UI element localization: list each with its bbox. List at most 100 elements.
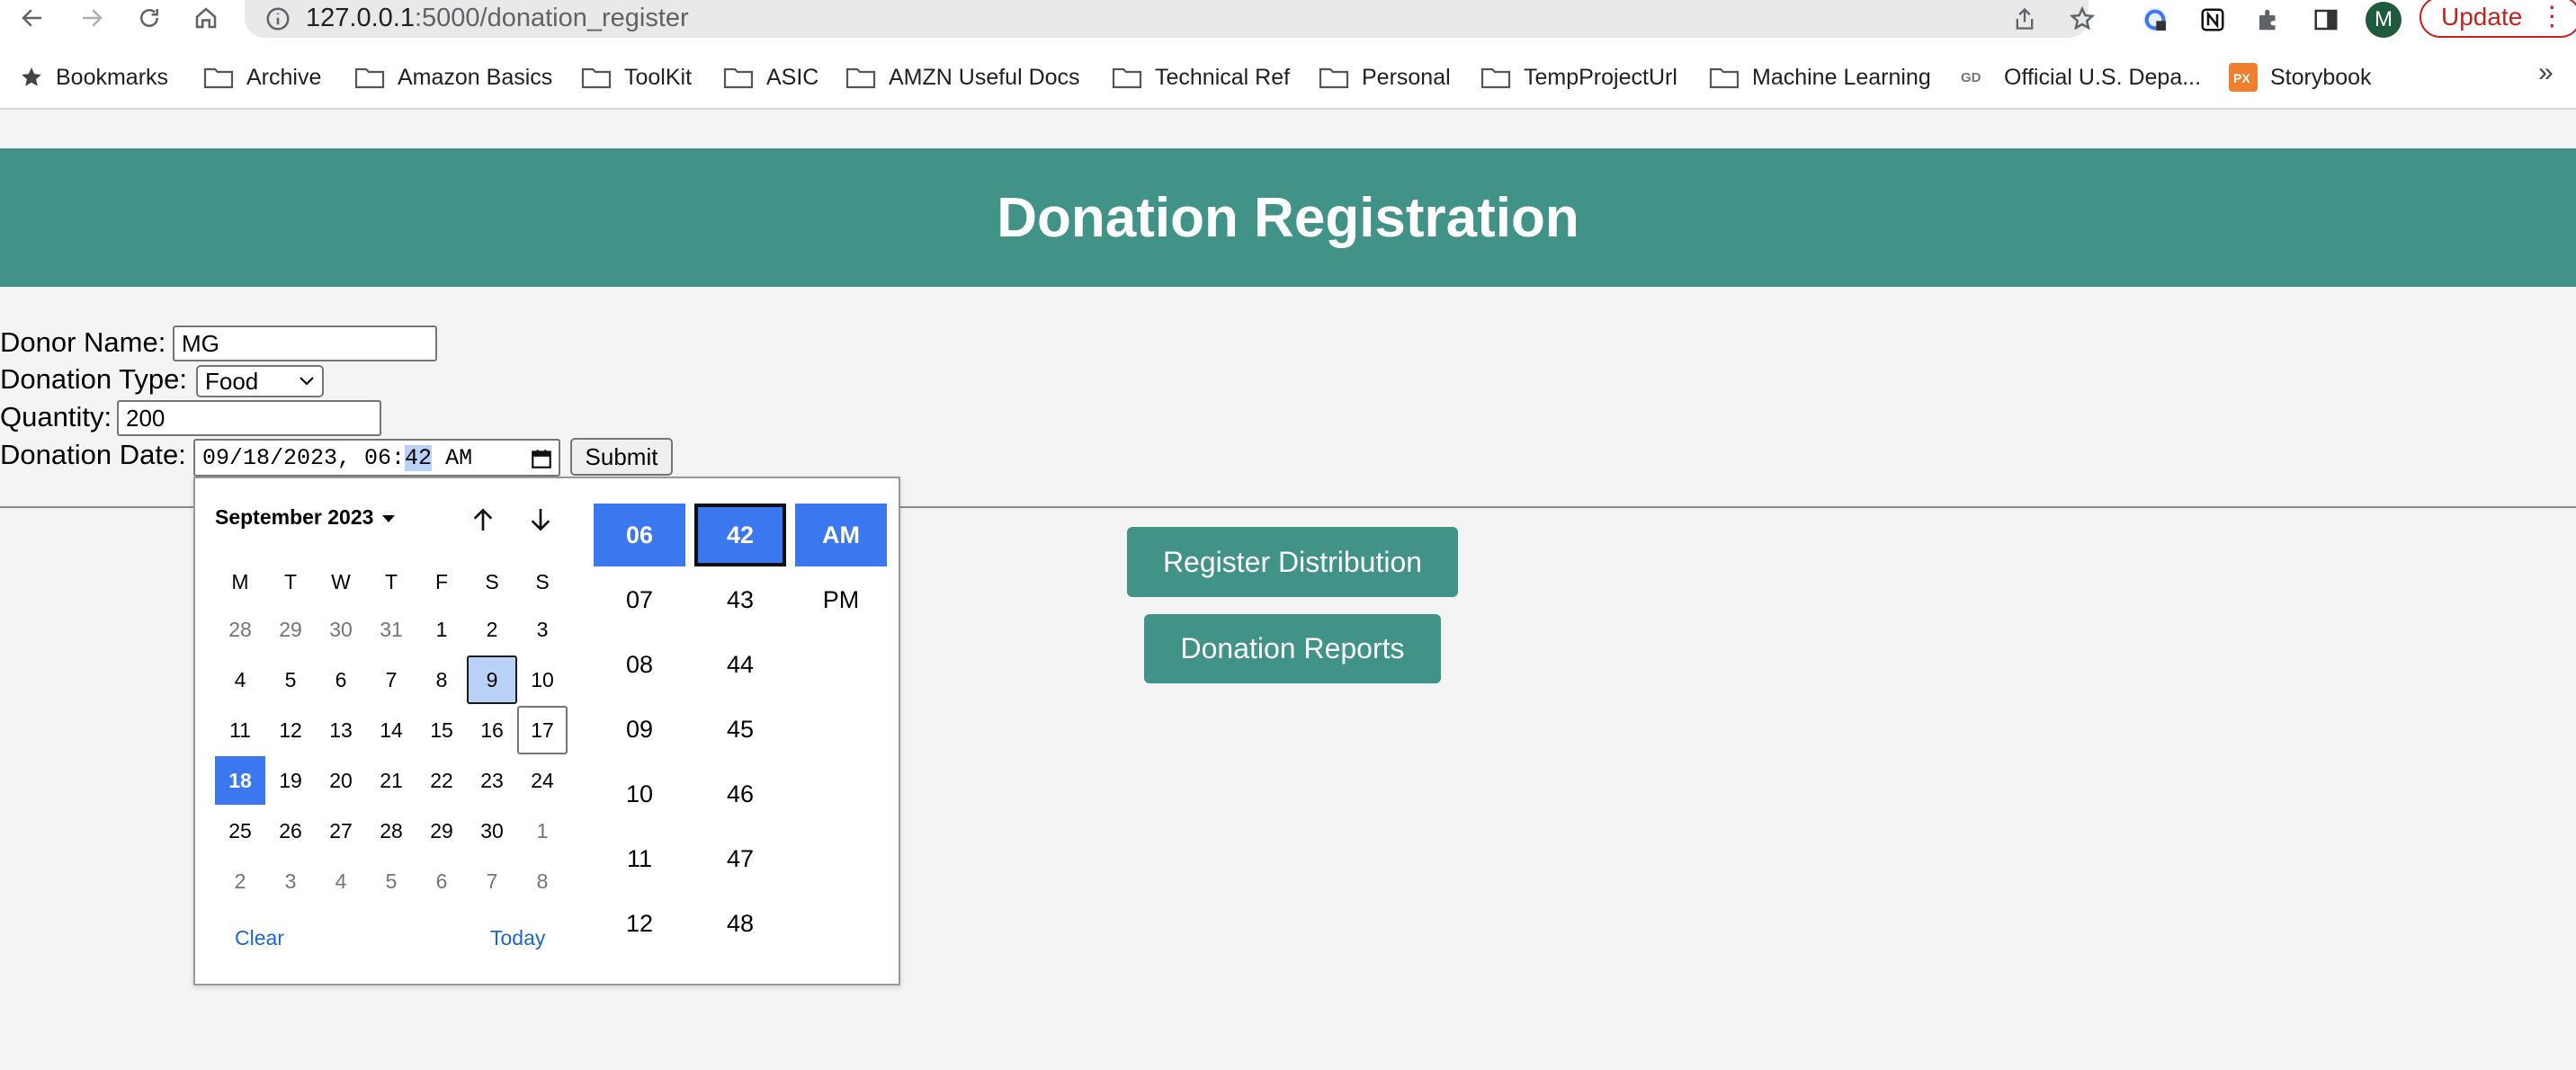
- bookmark-amazon-basics[interactable]: Amazon Basics: [354, 59, 552, 95]
- period-option[interactable]: AM: [795, 504, 887, 566]
- calendar-day[interactable]: 6: [316, 655, 366, 704]
- donation-reports-button[interactable]: Donation Reports: [1144, 614, 1441, 683]
- back-button[interactable]: [16, 2, 49, 34]
- bookmark-technical-ref[interactable]: Technical Ref: [1112, 59, 1290, 95]
- today-button[interactable]: Today: [490, 926, 545, 950]
- calendar-day[interactable]: 29: [416, 807, 467, 855]
- calendar-day[interactable]: 15: [416, 706, 467, 754]
- date-minute-segment[interactable]: 42: [405, 444, 433, 471]
- previous-month-button[interactable]: [463, 500, 503, 539]
- bookmark-asic[interactable]: ASIC: [723, 59, 818, 95]
- calendar-day[interactable]: 20: [316, 756, 366, 805]
- donor-name-input[interactable]: MG: [173, 325, 437, 361]
- calendar-day[interactable]: 7: [467, 857, 517, 905]
- calendar-day[interactable]: 11: [215, 706, 265, 754]
- minute-option[interactable]: 42: [694, 504, 786, 566]
- calendar-day[interactable]: 18: [215, 756, 265, 805]
- donation-type-select[interactable]: Food: [196, 365, 324, 397]
- star-bookmark-icon[interactable]: [2067, 4, 2097, 34]
- quantity-input[interactable]: 200: [117, 400, 381, 436]
- calendar-day[interactable]: 4: [316, 857, 366, 905]
- calendar-day[interactable]: 30: [316, 605, 366, 654]
- calendar-day[interactable]: 24: [517, 756, 568, 805]
- bookmark-bookmarks[interactable]: Bookmarks: [20, 59, 168, 95]
- calendar-day[interactable]: 10: [517, 655, 568, 704]
- calendar-day[interactable]: 26: [265, 807, 316, 855]
- reload-button[interactable]: [133, 2, 165, 34]
- share-icon[interactable]: [2009, 4, 2040, 34]
- donation-date-input[interactable]: 09/18/2023, 06: 42 AM: [193, 439, 560, 477]
- hour-option[interactable]: 08: [594, 633, 685, 696]
- bookmark-storybook[interactable]: PX Storybook: [2229, 59, 2372, 95]
- calendar-day[interactable]: 22: [416, 756, 467, 805]
- hour-option[interactable]: 06: [594, 504, 685, 566]
- calendar-day[interactable]: 28: [215, 605, 265, 654]
- hour-option[interactable]: 10: [594, 762, 685, 825]
- calendar-day[interactable]: 17: [517, 706, 568, 754]
- minute-option[interactable]: 48: [694, 892, 786, 955]
- calendar-day[interactable]: 29: [265, 605, 316, 654]
- next-month-button[interactable]: [521, 500, 560, 539]
- address-bar[interactable]: 127.0.0.1:5000/donation_register: [245, 0, 2096, 38]
- calendar-day[interactable]: 2: [215, 857, 265, 905]
- calendar-day[interactable]: 14: [366, 706, 416, 754]
- password-manager-icon[interactable]: [2139, 4, 2171, 36]
- calendar-day[interactable]: 8: [517, 857, 568, 905]
- calendar-day[interactable]: 9: [467, 655, 517, 704]
- calendar-icon[interactable]: [530, 447, 553, 477]
- month-year-selector[interactable]: September 2023: [215, 505, 396, 530]
- forward-button[interactable]: [76, 2, 108, 34]
- site-info-icon[interactable]: [264, 5, 291, 37]
- calendar-day[interactable]: 1: [517, 807, 568, 855]
- hour-option[interactable]: 11: [594, 827, 685, 890]
- calendar-day[interactable]: 23: [467, 756, 517, 805]
- bookmark-archive[interactable]: Archive: [203, 59, 321, 95]
- calendar-day[interactable]: 30: [467, 807, 517, 855]
- date-period-segment[interactable]: AM: [432, 445, 472, 471]
- calendar-day[interactable]: 4: [215, 655, 265, 704]
- profile-avatar[interactable]: M: [2366, 2, 2402, 38]
- calendar-day[interactable]: 7: [366, 655, 416, 704]
- bookmark-tempprojecturl[interactable]: TempProjectUrl: [1480, 59, 1677, 95]
- extensions-puzzle-icon[interactable]: [2252, 4, 2285, 36]
- calendar-day[interactable]: 25: [215, 807, 265, 855]
- calendar-day[interactable]: 3: [517, 605, 568, 654]
- submit-button[interactable]: Submit: [570, 438, 673, 476]
- calendar-day[interactable]: 3: [265, 857, 316, 905]
- hour-option[interactable]: 09: [594, 698, 685, 761]
- calendar-day[interactable]: 8: [416, 655, 467, 704]
- minute-option[interactable]: 46: [694, 762, 786, 825]
- hour-option[interactable]: 07: [594, 568, 685, 631]
- update-button[interactable]: Update ⋮: [2419, 0, 2576, 38]
- url-text[interactable]: 127.0.0.1:5000/donation_register: [306, 4, 689, 33]
- hour-option[interactable]: 12: [594, 892, 685, 955]
- bookmark-personal[interactable]: Personal: [1319, 59, 1451, 95]
- notion-icon[interactable]: [2196, 4, 2229, 36]
- calendar-day[interactable]: 6: [416, 857, 467, 905]
- side-panel-icon[interactable]: [2310, 4, 2342, 36]
- bookmarks-overflow-button[interactable]: »: [2538, 58, 2554, 88]
- bookmark-toolkit[interactable]: ToolKit: [581, 59, 692, 95]
- bookmark-amzn-useful-docs[interactable]: AMZN Useful Docs: [845, 59, 1080, 95]
- calendar-day[interactable]: 1: [416, 605, 467, 654]
- minute-option[interactable]: 45: [694, 698, 786, 761]
- calendar-day[interactable]: 19: [265, 756, 316, 805]
- home-button[interactable]: [190, 2, 222, 34]
- period-option[interactable]: PM: [795, 568, 887, 631]
- clear-button[interactable]: Clear: [235, 926, 284, 950]
- calendar-day[interactable]: 2: [467, 605, 517, 654]
- bookmark-machine-learning[interactable]: Machine Learning: [1709, 59, 1931, 95]
- calendar-day[interactable]: 21: [366, 756, 416, 805]
- register-distribution-button[interactable]: Register Distribution: [1127, 527, 1458, 597]
- minute-option[interactable]: 44: [694, 633, 786, 696]
- minute-option[interactable]: 43: [694, 568, 786, 631]
- calendar-day[interactable]: 28: [366, 807, 416, 855]
- calendar-day[interactable]: 12: [265, 706, 316, 754]
- calendar-day[interactable]: 31: [366, 605, 416, 654]
- calendar-day[interactable]: 5: [366, 857, 416, 905]
- calendar-day[interactable]: 16: [467, 706, 517, 754]
- calendar-day[interactable]: 27: [316, 807, 366, 855]
- calendar-day[interactable]: 5: [265, 655, 316, 704]
- minute-option[interactable]: 47: [694, 827, 786, 890]
- calendar-day[interactable]: 13: [316, 706, 366, 754]
